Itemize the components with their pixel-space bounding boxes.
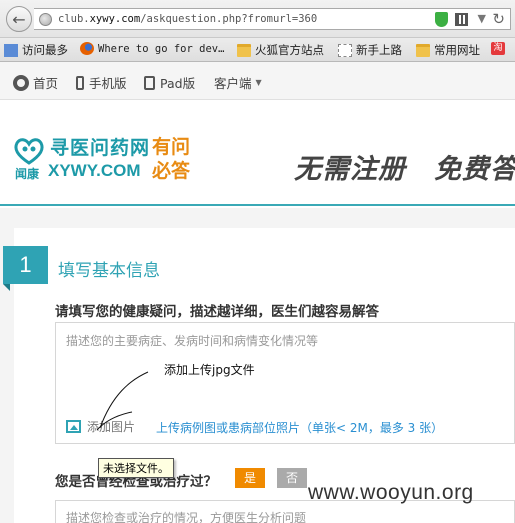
- logo-heart-icon[interactable]: [13, 137, 45, 165]
- slogan: 有问 必答: [152, 135, 190, 183]
- nav-pad[interactable]: Pad版: [144, 73, 195, 92]
- bookmark-label: 新手上路: [356, 43, 402, 57]
- back-button[interactable]: ←: [6, 6, 32, 32]
- taobao-icon: 淘: [491, 42, 505, 55]
- bookmark-common-sites[interactable]: 常用网址: [416, 42, 480, 58]
- bookmark-label: 火狐官方站点: [255, 43, 324, 57]
- step-title: 填写基本信息: [58, 261, 160, 281]
- add-image-label: 添加图片: [87, 420, 136, 434]
- treatment-placeholder: 描述您检查或治疗的情况，方便医生分析问题: [66, 511, 307, 523]
- annotation-text: 添加上传jpg文件: [164, 363, 255, 377]
- upload-hint-link[interactable]: 上传病例图或患病部位照片（单张< 2M，最多 3 张）: [156, 419, 443, 436]
- no-button[interactable]: 否: [277, 468, 307, 488]
- question-prompt: 请填写您的健康疑问，描述越详细，医生们越容易解答: [55, 304, 379, 320]
- add-image-button[interactable]: 添加图片: [66, 418, 135, 435]
- back-arrow-icon: ←: [12, 9, 26, 29]
- nav-label: 首页: [33, 76, 59, 91]
- folder-icon: [237, 43, 251, 57]
- bookmark-most-visited[interactable]: 访问最多: [4, 42, 68, 58]
- tablet-icon: [144, 75, 155, 90]
- question-placeholder: 描述您的主要病症、发病时间和病情变化情况等: [66, 334, 319, 348]
- bookmarks-bar: 访问最多 Where to go for dev… 火狐官方站点 新手上路 常用…: [0, 38, 515, 62]
- bookmark-getting-started[interactable]: 新手上路: [338, 42, 402, 58]
- url-text: club.xywy.com/askquestion.php?fromurl=36…: [58, 13, 318, 25]
- shield-icon[interactable]: [435, 12, 448, 27]
- url-dropdown-icon[interactable]: ▼: [478, 12, 486, 25]
- logo-sub-brand: 闻康: [15, 167, 40, 181]
- page-icon: [338, 43, 352, 57]
- chevron-down-icon: ▼: [255, 78, 262, 87]
- header-headline: 无需注册 免费答: [294, 154, 515, 185]
- bookmark-taobao[interactable]: 淘: [491, 42, 509, 55]
- watermark: www.wooyun.org: [308, 481, 474, 504]
- globe-icon: [39, 13, 52, 26]
- bookmark-dev[interactable]: Where to go for dev…: [80, 42, 224, 55]
- nav-client[interactable]: 客户端 ▼: [214, 73, 262, 92]
- home-icon: [13, 74, 29, 91]
- nav-label: 客户端: [214, 76, 252, 91]
- qr-code-icon[interactable]: [455, 13, 468, 26]
- yes-button[interactable]: 是: [235, 468, 265, 488]
- page-icon: [4, 43, 18, 57]
- nav-home[interactable]: 首页: [13, 73, 58, 92]
- site-header: 寻医问药网 闻康 XYWY.COM 有问 必答 无需注册 免费答: [0, 100, 515, 206]
- logo-english-name: XYWY.COM: [48, 161, 141, 180]
- bookmark-label: 访问最多: [22, 43, 68, 57]
- site-top-nav: 首页 手机版 Pad版 客户端 ▼: [0, 62, 515, 100]
- folder-icon: [416, 43, 430, 57]
- logo-chinese-name: 寻医问药网: [50, 137, 151, 159]
- phone-icon: [76, 75, 84, 90]
- slogan-line-1: 有问: [152, 136, 191, 158]
- reload-icon[interactable]: ↻: [492, 10, 505, 28]
- bookmark-label: 常用网址: [434, 43, 480, 57]
- bookmark-label: Where to go for dev…: [98, 42, 225, 55]
- bookmark-firefox-site[interactable]: 火狐官方站点: [237, 42, 324, 58]
- nav-mobile[interactable]: 手机版: [76, 73, 127, 92]
- image-icon: [66, 420, 81, 433]
- slogan-line-2: 必答: [152, 160, 191, 182]
- url-field[interactable]: club.xywy.com/askquestion.php?fromurl=36…: [34, 8, 511, 30]
- firefox-icon: [80, 42, 94, 55]
- step-badge: 1: [3, 246, 48, 291]
- nav-label: Pad版: [160, 76, 196, 91]
- question-textarea[interactable]: 描述您的主要病症、发病时间和病情变化情况等 添加上传jpg文件 添加图片 上传病…: [55, 322, 515, 444]
- address-bar: ← club.xywy.com/askquestion.php?fromurl=…: [0, 0, 515, 38]
- file-tooltip: 未选择文件。: [98, 458, 174, 478]
- nav-label: 手机版: [89, 76, 127, 91]
